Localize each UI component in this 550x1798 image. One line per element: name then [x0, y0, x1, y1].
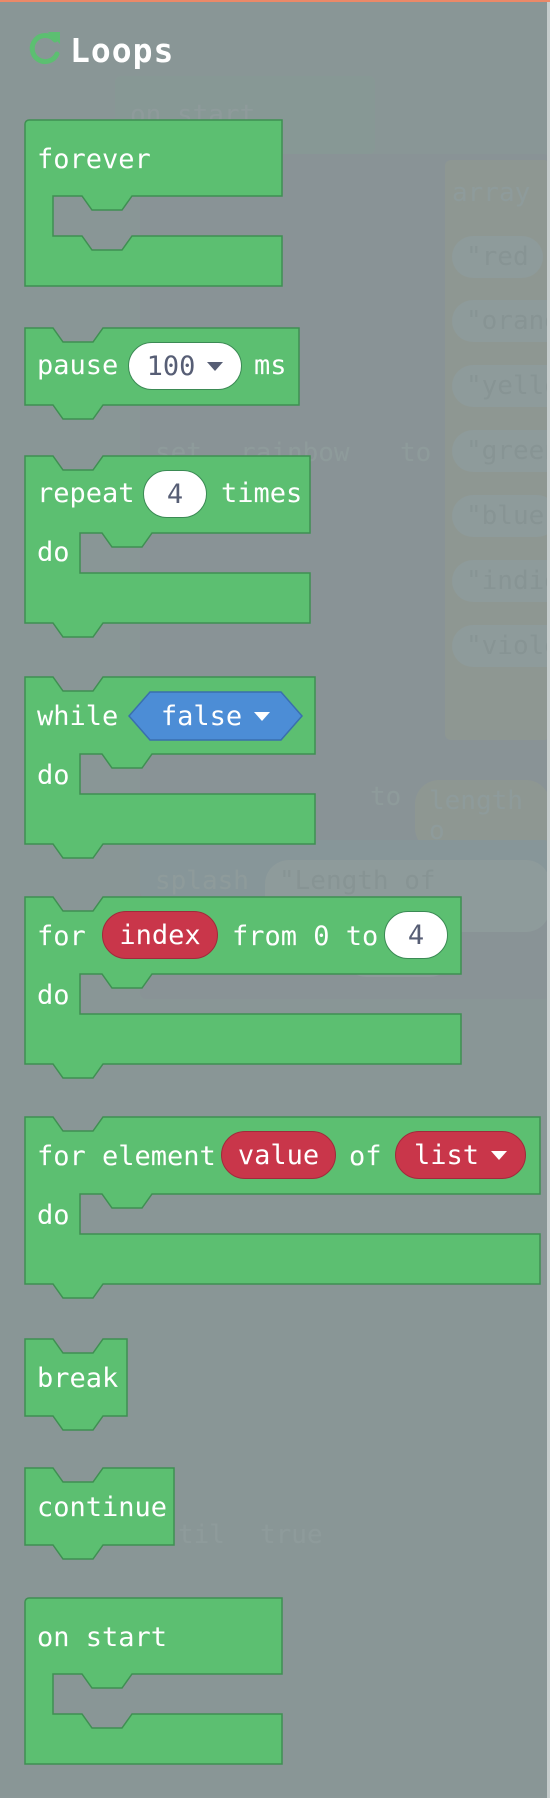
pause-duration-dropdown[interactable]: 100 — [128, 342, 242, 390]
chevron-down-icon — [254, 711, 271, 721]
for-from-label: from 0 to — [232, 921, 379, 952]
loops-refresh-icon — [24, 28, 64, 72]
for-index-variable[interactable]: index — [102, 911, 218, 959]
condition-value-wrap: false — [128, 691, 303, 741]
while-do-label: do — [37, 760, 70, 791]
repeat-do-label: do — [37, 537, 70, 568]
while-condition-value: false — [160, 700, 243, 732]
repeat-count-input[interactable]: 4 — [143, 470, 207, 518]
category-header: Loops — [24, 28, 174, 72]
for-label: for — [37, 921, 86, 952]
for-element-label: for element — [37, 1141, 216, 1172]
chevron-down-icon — [491, 1150, 508, 1160]
repeat-label: repeat — [37, 478, 135, 509]
category-title: Loops — [70, 30, 175, 70]
for-element-list-dropdown[interactable]: list — [395, 1131, 526, 1179]
while-condition-dropdown[interactable]: false — [128, 691, 303, 741]
on-start-label: on start — [37, 1622, 168, 1653]
for-to-input[interactable]: 4 — [384, 911, 448, 959]
repeat-times-label: times — [221, 478, 303, 509]
pause-unit-label: ms — [254, 350, 287, 381]
for-element-of-label: of — [349, 1141, 382, 1172]
forever-label: forever — [37, 144, 151, 175]
for-do-label: do — [37, 980, 70, 1011]
break-label: break — [37, 1363, 119, 1394]
for-element-list-value: list — [413, 1139, 480, 1171]
pause-duration-value: 100 — [146, 350, 196, 382]
continue-label: continue — [37, 1492, 168, 1523]
while-label: while — [37, 701, 119, 732]
for-element-do-label: do — [37, 1200, 70, 1231]
chevron-down-icon — [207, 361, 224, 371]
for-element-variable[interactable]: value — [221, 1131, 336, 1179]
toolbox-flyout-loops: Loops forever pause 100 ms repeat 4 time… — [0, 0, 550, 1798]
pause-label: pause — [37, 350, 119, 381]
